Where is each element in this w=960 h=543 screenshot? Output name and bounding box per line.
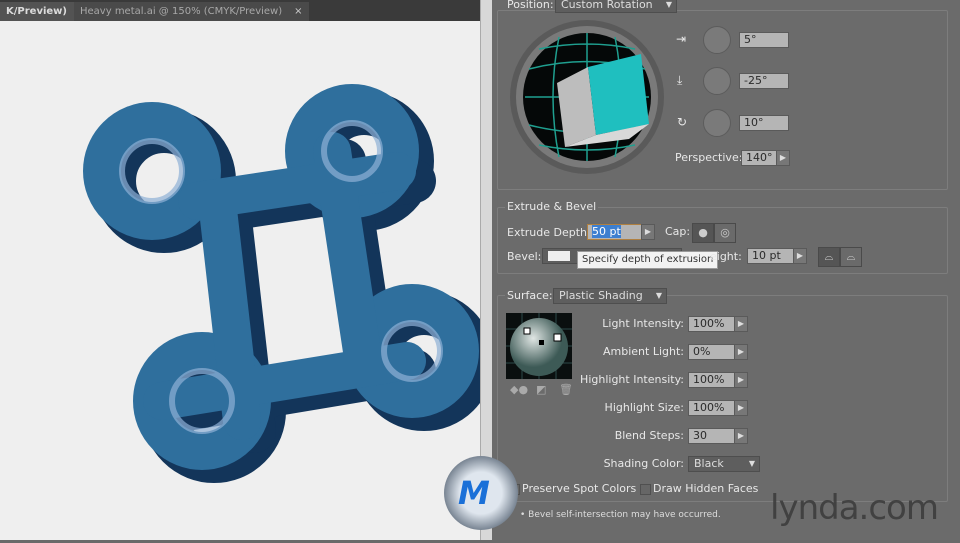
x-rotation-dial[interactable] <box>703 26 731 54</box>
preserve-spot-colors-label: Preserve Spot Colors <box>522 482 637 495</box>
tab-heavy-metal[interactable]: Heavy metal.ai @ 150% (CMYK/Preview) × <box>74 2 309 21</box>
perspective-input[interactable]: 140° <box>741 150 777 166</box>
blend-steps-input[interactable]: 30 <box>688 428 735 444</box>
chevron-down-icon: ▼ <box>748 459 755 468</box>
z-axis-rotation-icon: ↻ <box>677 115 688 129</box>
rotation-trackball[interactable] <box>509 19 665 175</box>
highlight-intensity-input[interactable]: 100% <box>688 372 735 388</box>
y-axis-rotation-icon: ⤓ <box>677 73 683 87</box>
cap-off-button[interactable]: ◎ <box>714 223 736 243</box>
highlight-intensity-slider-button[interactable]: ▶ <box>734 372 748 388</box>
chevron-down-icon: ▼ <box>655 291 662 300</box>
ambient-light-slider-button[interactable]: ▶ <box>734 344 748 360</box>
light-intensity-input[interactable]: 100% <box>688 316 735 332</box>
bevel-swatch <box>548 251 570 261</box>
x-rotation-input[interactable]: 5° <box>739 32 789 48</box>
bevel-label: Bevel: <box>507 250 542 263</box>
tooltip: Specify depth of extrusion <box>577 251 719 269</box>
position-label: Position: <box>507 0 554 11</box>
surface-label: Surface: <box>505 289 555 302</box>
z-rotation-dial[interactable] <box>703 109 731 137</box>
cap-on-button[interactable]: ● <box>692 223 714 243</box>
new-light-icon[interactable]: ◩ <box>536 383 546 396</box>
z-rotation-input[interactable]: 10° <box>739 115 789 131</box>
blend-steps-slider-button[interactable]: ▶ <box>734 428 748 444</box>
document-tabs: K/Preview)× Heavy metal.ai @ 150% (CMYK/… <box>0 0 480 21</box>
bevel-in-button[interactable]: ⌓ <box>840 247 862 267</box>
shading-color-dropdown[interactable]: Black ▼ <box>688 456 760 472</box>
height-label: eight: <box>710 250 742 263</box>
x-axis-rotation-icon: ⇥ <box>676 32 687 46</box>
height-input[interactable]: 10 pt <box>747 248 794 264</box>
height-slider-button[interactable]: ▶ <box>793 248 807 264</box>
lynda-watermark: lynda.com <box>770 488 939 528</box>
extrude-depth-slider-button[interactable]: ▶ <box>641 224 655 240</box>
perspective-slider-button[interactable]: ▶ <box>776 150 790 166</box>
highlight-size-slider-button[interactable]: ▶ <box>734 400 748 416</box>
draw-hidden-faces-label: Draw Hidden Faces <box>653 482 759 495</box>
extrude-bevel-title: Extrude & Bevel <box>505 200 599 213</box>
move-light-to-back-icon[interactable]: ◆● <box>510 383 528 396</box>
y-rotation-input[interactable]: -25° <box>739 73 789 89</box>
cube-front <box>588 54 649 135</box>
light-intensity-slider-button[interactable]: ▶ <box>734 316 748 332</box>
highlight-size-input[interactable]: 100% <box>688 400 735 416</box>
ambient-light-input[interactable]: 0% <box>688 344 735 360</box>
extruded-knot-artwork <box>83 84 494 483</box>
bevel-out-button[interactable]: ⌓ <box>818 247 840 267</box>
chevron-down-icon: ▼ <box>665 0 672 9</box>
bevel-warning: • Bevel self-intersection may have occur… <box>520 510 721 520</box>
close-icon[interactable]: × <box>294 6 302 17</box>
watermark-logo: M <box>444 456 518 530</box>
perspective-label: Perspective: <box>675 151 743 164</box>
extrude-depth-label: Extrude Depth: <box>507 226 591 239</box>
extrude-depth-input[interactable]: 50 pt <box>587 224 642 240</box>
artboard-canvas[interactable] <box>0 21 494 540</box>
draw-hidden-faces-checkbox[interactable] <box>640 484 651 495</box>
shading-color-label: Shading Color: <box>603 457 684 470</box>
y-rotation-dial[interactable] <box>703 67 731 95</box>
cap-label: Cap: <box>665 225 691 238</box>
position-dropdown[interactable]: Custom Rotation ▼ <box>555 0 677 13</box>
surface-dropdown[interactable]: Plastic Shading ▼ <box>553 288 667 304</box>
